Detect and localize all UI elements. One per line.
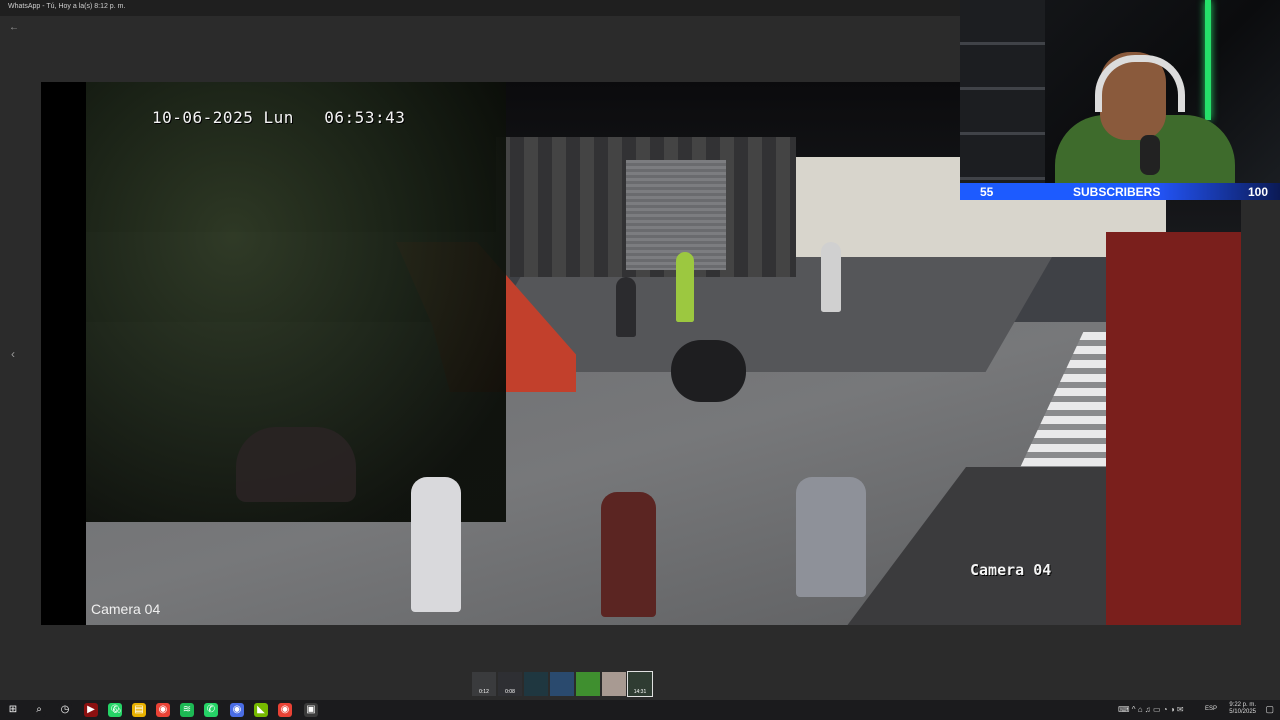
nvidia-icon[interactable]: ◣ — [254, 703, 268, 717]
previous-media-icon[interactable]: ‹ — [11, 347, 15, 361]
search-icon[interactable]: ⌕ — [32, 703, 46, 717]
timestamp-time: 06:53:43 — [324, 108, 406, 127]
chrome-icon[interactable]: ◉ — [156, 703, 170, 717]
parked-motorcycle — [236, 427, 356, 502]
media-thumbnail[interactable] — [524, 672, 548, 696]
thumbnail-duration: 14:31 — [633, 689, 647, 695]
taskbar-clock[interactable]: 9:22 p. m. 5/10/2025 — [1229, 702, 1256, 716]
media-thumbnail[interactable] — [576, 672, 600, 696]
media-app-icon[interactable]: ▶ — [84, 703, 98, 717]
media-thumbnail[interactable]: 0:12 — [472, 672, 496, 696]
person-grey-shirt — [796, 477, 866, 597]
person-white-tank — [821, 242, 841, 312]
neon-light — [1205, 0, 1211, 120]
media-thumbnail-strip: 0:12 0:08 14:31 — [472, 671, 653, 697]
person-white-shirt — [411, 477, 461, 612]
background-shelf — [960, 0, 1045, 183]
subscriber-count: 55 — [980, 185, 994, 199]
red-wall — [1106, 232, 1241, 625]
streamer-webcam — [960, 0, 1280, 183]
video-letterbox — [41, 82, 86, 625]
headset-icon — [1095, 55, 1185, 112]
windows-taskbar: ⌨ ^ ⌂ ♫ ▭ ◔ ◑ ✉ ESP 9:22 p. m. 5/10/2025… — [0, 700, 1280, 720]
window-title: WhatsApp - Tú, Hoy a la(s) 8:12 p. m. — [8, 3, 126, 10]
person-dark-shirt — [616, 277, 636, 337]
thumbnail-duration: 0:08 — [505, 689, 515, 695]
chrome-profile-icon[interactable]: ◉ — [230, 703, 244, 717]
thumbnail-duration: 0:12 — [479, 689, 489, 695]
clock-time: 9:22 p. m. — [1229, 702, 1256, 708]
timestamp-day: Lun — [263, 108, 294, 127]
subscriber-goal-bar: 55 SUBSCRIBERS 100 — [960, 183, 1280, 200]
cctv-timestamp: 10-06-2025 Lun 06:53:43 — [152, 108, 405, 127]
chrome-alt-icon[interactable]: ◉ — [278, 703, 292, 717]
subscriber-label: SUBSCRIBERS — [1073, 185, 1161, 199]
media-thumbnail[interactable] — [602, 672, 626, 696]
spotify-icon[interactable]: ≋ — [180, 703, 194, 717]
person-red-shirt — [601, 492, 656, 617]
media-thumbnail[interactable] — [550, 672, 574, 696]
camera-label-caption: Camera 04 — [91, 601, 161, 617]
back-arrow-icon[interactable]: ← — [9, 22, 19, 33]
windows-start-icon[interactable]: ⊞ — [6, 703, 20, 717]
language-indicator[interactable]: ESP — [1205, 706, 1217, 712]
subscriber-goal: 100 — [1247, 185, 1268, 199]
timestamp-date: 10-06-2025 — [152, 108, 254, 127]
whatsapp-unread-badge: 20 — [114, 709, 121, 715]
person-yellow-vest — [676, 252, 694, 322]
media-thumbnail[interactable]: 14:31 — [627, 671, 653, 697]
rolling-shutter — [626, 160, 726, 270]
parked-scooter — [671, 340, 746, 402]
file-explorer-icon[interactable]: ▤ — [132, 703, 146, 717]
camera-label-overlay: Camera 04 — [970, 561, 1052, 579]
media-thumbnail[interactable]: 0:08 — [498, 672, 522, 696]
clock-date: 5/10/2025 — [1229, 709, 1256, 715]
system-tray-icons[interactable]: ⌨ ^ ⌂ ♫ ▭ ◔ ◑ ✉ — [1118, 705, 1184, 714]
notification-icon[interactable]: ▢ — [1265, 704, 1274, 715]
app-window-icon[interactable]: ▣ — [304, 703, 318, 717]
clock-app-icon[interactable]: ◷ — [58, 703, 72, 717]
microphone-icon — [1140, 135, 1160, 175]
whatsapp-business-icon[interactable]: ✆ — [204, 703, 218, 717]
